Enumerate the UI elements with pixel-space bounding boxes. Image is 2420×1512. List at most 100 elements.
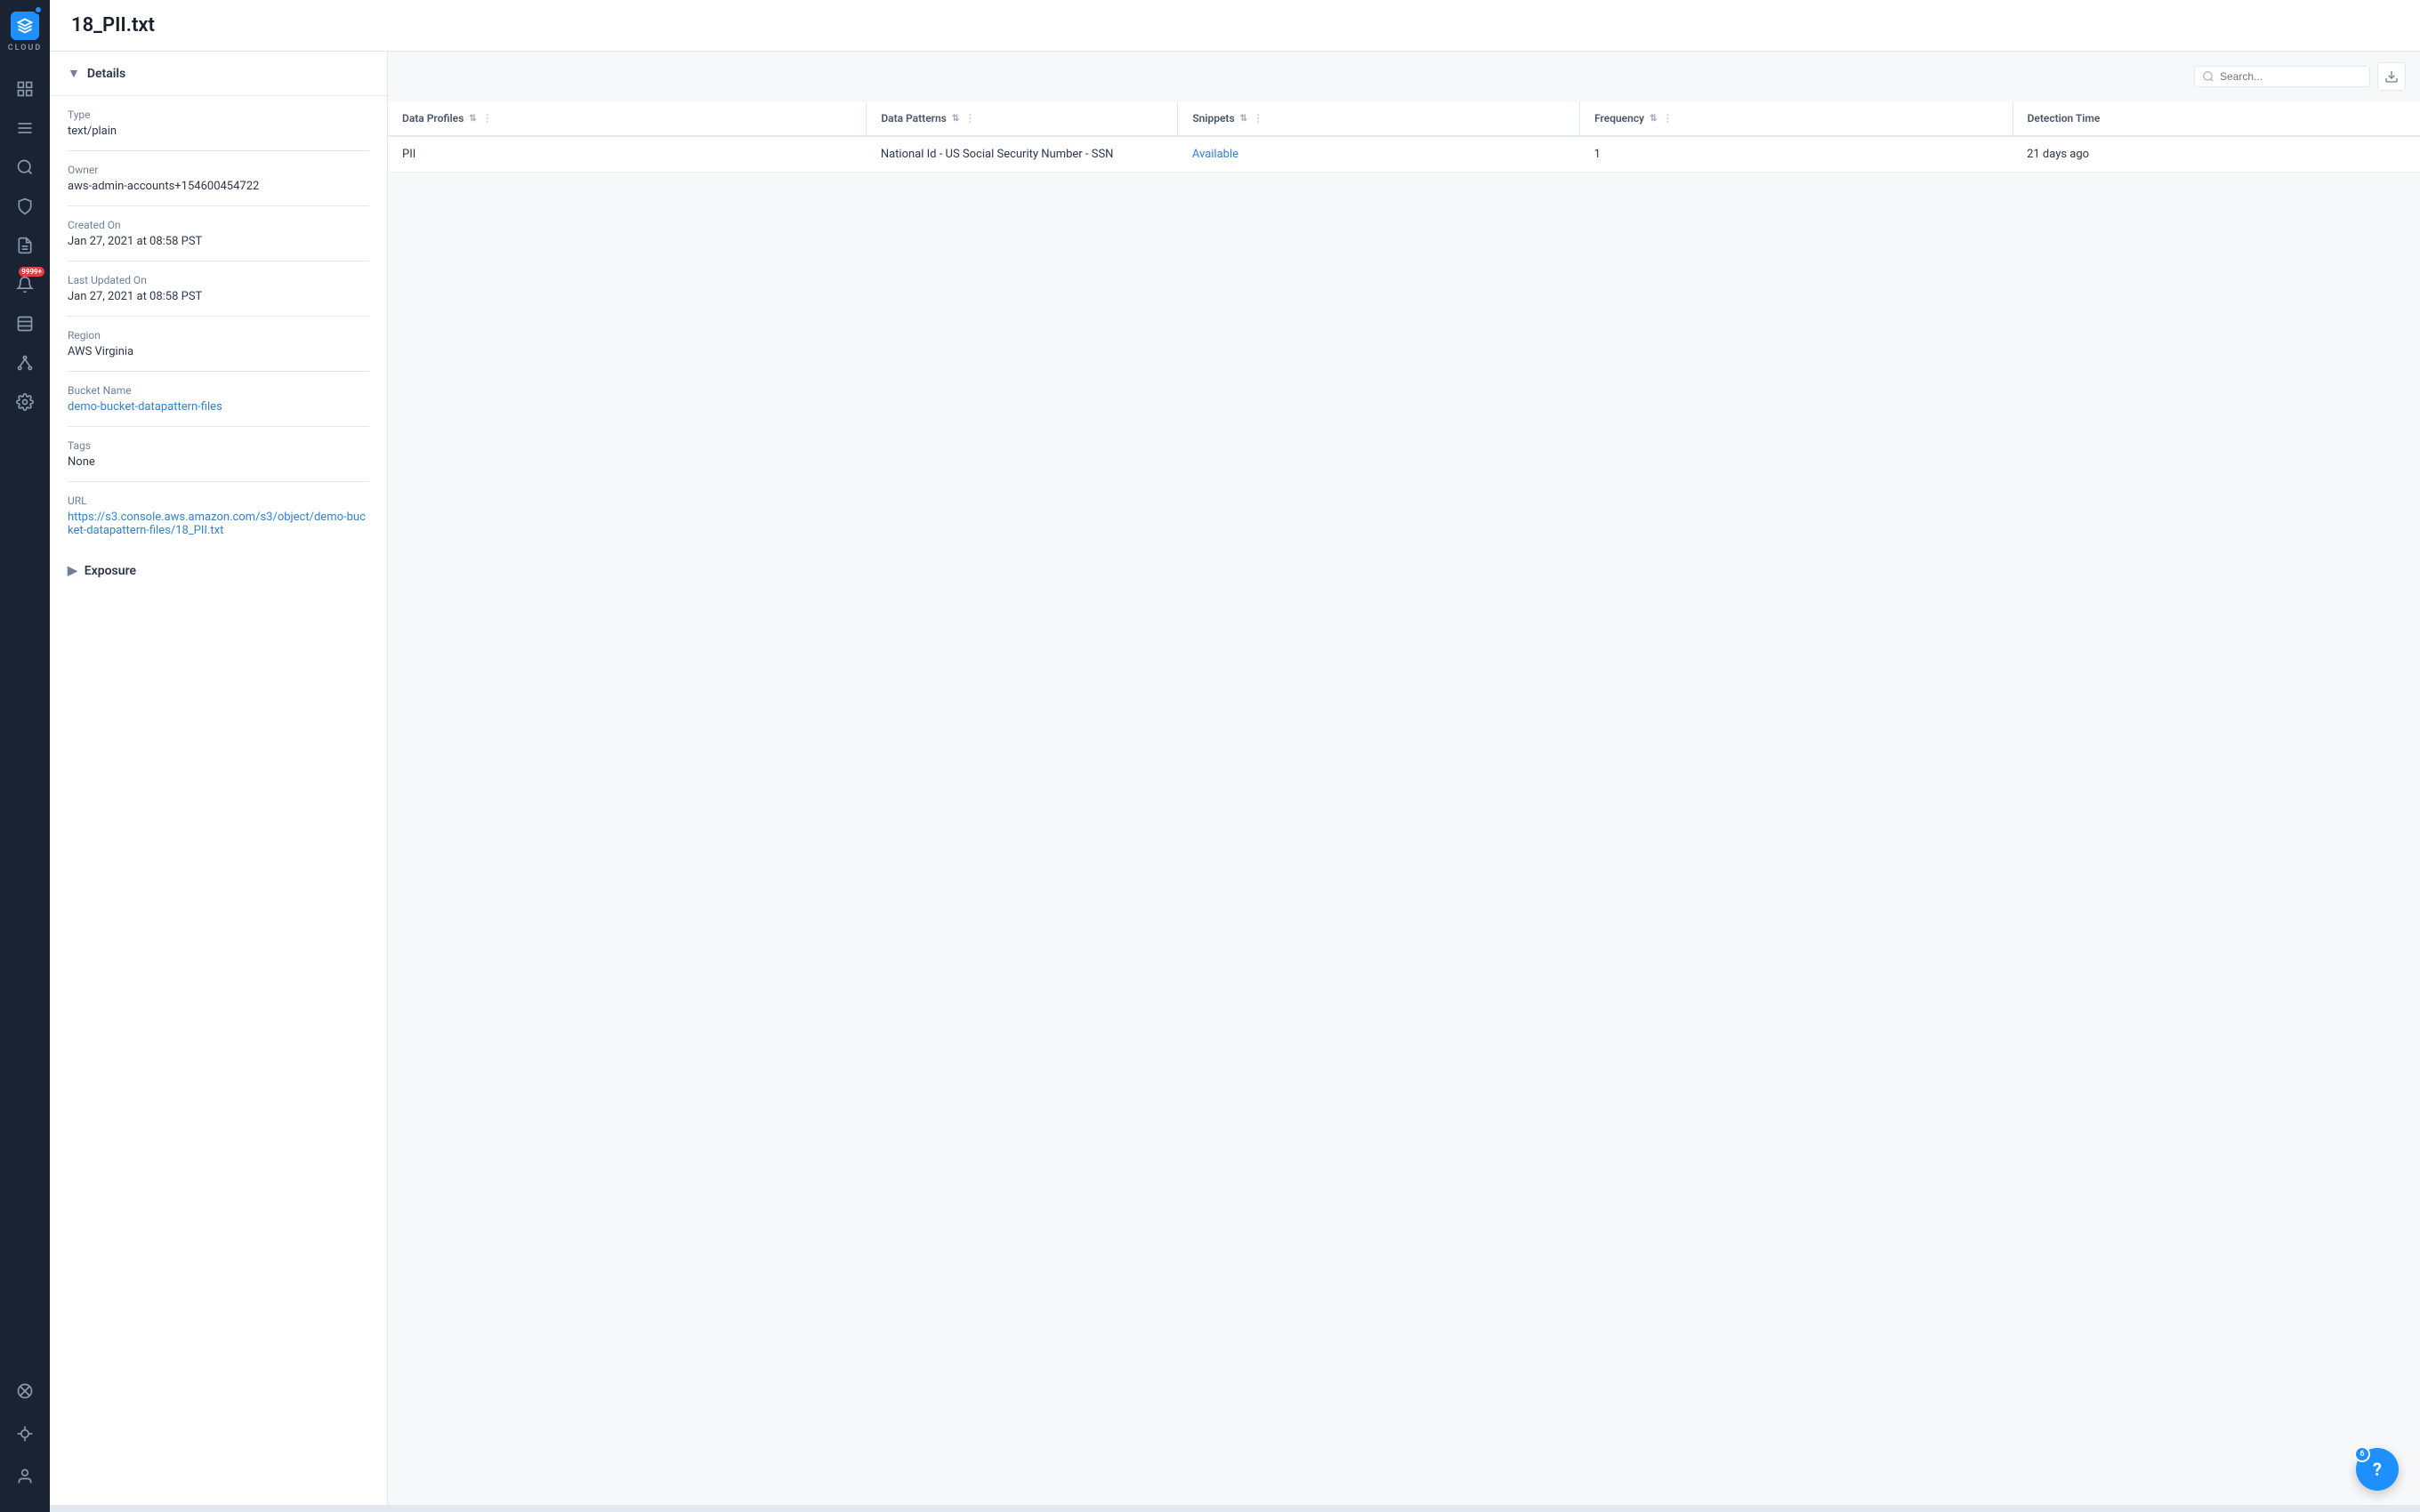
col-header-snippets[interactable]: Snippets ⇅ ⋮ xyxy=(1178,101,1580,136)
detail-value-region: AWS Virginia xyxy=(68,345,369,358)
logo-icon xyxy=(11,12,39,40)
details-content: Type text/plain Owner aws-admin-accounts… xyxy=(50,96,387,550)
resize-handle-frequency[interactable]: ⋮ xyxy=(1662,112,1673,125)
main-content: 18_PII.txt ▼ Details Type text/plain Own… xyxy=(50,0,2420,1512)
search-input[interactable] xyxy=(2220,70,2362,83)
details-section-label: Details xyxy=(87,67,125,81)
content-area: ▼ Details Type text/plain Owner aws-admi… xyxy=(50,52,2420,1512)
detail-row-url: URL https://s3.console.aws.amazon.com/s3… xyxy=(68,482,369,550)
resize-handle-snippets[interactable]: ⋮ xyxy=(1253,112,1263,125)
detail-value-type: text/plain xyxy=(68,125,369,138)
download-button[interactable] xyxy=(2377,62,2406,91)
search-icon xyxy=(2202,70,2214,83)
sidebar-item-list[interactable] xyxy=(7,110,43,146)
detail-value-last-updated: Jan 27, 2021 at 08:58 PST xyxy=(68,290,369,303)
col-header-data-profiles[interactable]: Data Profiles ⇅ ⋮ xyxy=(388,101,867,136)
search-nav-icon xyxy=(16,158,34,176)
cell-detection-time: 21 days ago xyxy=(2013,136,2420,173)
download-icon xyxy=(2384,69,2399,84)
details-panel: ▼ Details Type text/plain Owner aws-admi… xyxy=(50,52,388,1512)
detail-label-created-on: Created On xyxy=(68,219,369,231)
resize-handle-data-profiles[interactable]: ⋮ xyxy=(482,112,493,125)
sidebar-logo: CLOUD xyxy=(0,0,50,64)
sort-icon-data-patterns: ⇅ xyxy=(952,114,959,124)
detail-label-url: URL xyxy=(68,495,369,507)
reports-icon xyxy=(16,237,34,254)
user-icon xyxy=(16,1468,34,1485)
chevron-down-icon: ▼ xyxy=(68,66,80,81)
page-title: 18_PII.txt xyxy=(71,14,155,36)
sidebar-item-settings[interactable] xyxy=(7,384,43,420)
bell-icon xyxy=(16,276,34,294)
sidebar-item-dashboard[interactable] xyxy=(7,71,43,107)
table-wrapper: Data Profiles ⇅ ⋮ Data Patterns ⇅ ⋮ xyxy=(388,101,2420,1512)
detail-row-type: Type text/plain xyxy=(68,96,369,151)
sort-icon-data-profiles: ⇅ xyxy=(469,114,476,124)
table-header-row: Data Profiles ⇅ ⋮ Data Patterns ⇅ ⋮ xyxy=(388,101,2420,136)
sort-icon-frequency: ⇅ xyxy=(1650,114,1657,124)
cell-snippets[interactable]: Available xyxy=(1178,136,1580,173)
monitor-icon xyxy=(16,1425,34,1443)
shield-icon xyxy=(16,197,34,215)
detail-row-tags: Tags None xyxy=(68,427,369,482)
detail-label-tags: Tags xyxy=(68,439,369,452)
topology-icon xyxy=(16,354,34,372)
detail-value-created-on: Jan 27, 2021 at 08:58 PST xyxy=(68,235,369,248)
detail-row-created-on: Created On Jan 27, 2021 at 08:58 PST xyxy=(68,206,369,261)
sidebar-item-search[interactable] xyxy=(7,149,43,185)
alerts-badge: 9999+ xyxy=(19,267,44,277)
detail-value-bucket-name[interactable]: demo-bucket-datapattern-files xyxy=(68,400,222,414)
resize-handle-data-patterns[interactable]: ⋮ xyxy=(964,112,975,125)
col-header-data-patterns[interactable]: Data Patterns ⇅ ⋮ xyxy=(867,101,1178,136)
sidebar-item-monitor[interactable] xyxy=(7,1416,43,1452)
sidebar-item-library[interactable] xyxy=(7,306,43,342)
exposure-label: Exposure xyxy=(85,564,136,578)
cell-frequency: 1 xyxy=(1580,136,2013,173)
sidebar-item-alerts[interactable]: 9999+ xyxy=(7,267,43,302)
gear-icon xyxy=(16,393,34,411)
sidebar-nav: 9999+ xyxy=(0,64,50,1373)
logo-text: CLOUD xyxy=(8,44,42,52)
details-section-header[interactable]: ▼ Details xyxy=(50,52,387,96)
detail-value-owner: aws-admin-accounts+154600454722 xyxy=(68,180,369,193)
plug-icon xyxy=(16,1382,34,1400)
table-toolbar xyxy=(388,52,2420,101)
logo-dot xyxy=(34,5,43,14)
col-header-frequency[interactable]: Frequency ⇅ ⋮ xyxy=(1580,101,2013,136)
col-header-detection-time: Detection Time xyxy=(2013,101,2420,136)
list-icon xyxy=(16,119,34,137)
page-header: 18_PII.txt xyxy=(50,0,2420,52)
sidebar-item-topology[interactable] xyxy=(7,345,43,381)
sidebar-bottom xyxy=(7,1373,43,1512)
detail-label-last-updated: Last Updated On xyxy=(68,274,369,286)
search-box[interactable] xyxy=(2194,66,2370,87)
sidebar-item-integrations[interactable] xyxy=(7,1373,43,1409)
detail-row-owner: Owner aws-admin-accounts+154600454722 xyxy=(68,151,369,206)
cell-data-patterns: National Id - US Social Security Number … xyxy=(867,136,1178,173)
detail-label-owner: Owner xyxy=(68,164,369,176)
data-table: Data Profiles ⇅ ⋮ Data Patterns ⇅ ⋮ xyxy=(388,101,2420,173)
table-panel: Data Profiles ⇅ ⋮ Data Patterns ⇅ ⋮ xyxy=(388,52,2420,1512)
sidebar-item-shield[interactable] xyxy=(7,189,43,224)
horizontal-scrollbar[interactable] xyxy=(50,1505,2420,1512)
help-button[interactable]: 6 ? xyxy=(2356,1448,2399,1491)
grid-icon xyxy=(16,80,34,98)
detail-label-bucket-name: Bucket Name xyxy=(68,384,369,397)
cell-data-profiles: PII xyxy=(388,136,867,173)
sidebar-item-reports[interactable] xyxy=(7,228,43,263)
detail-row-last-updated: Last Updated On Jan 27, 2021 at 08:58 PS… xyxy=(68,261,369,317)
help-label: ? xyxy=(2373,1459,2382,1480)
detail-row-region: Region AWS Virginia xyxy=(68,317,369,372)
exposure-section-header[interactable]: ▶ Exposure xyxy=(50,550,387,592)
detail-row-bucket-name: Bucket Name demo-bucket-datapattern-file… xyxy=(68,372,369,427)
sidebar-item-user[interactable] xyxy=(7,1459,43,1494)
sort-icon-snippets: ⇅ xyxy=(1240,114,1247,124)
detail-label-type: Type xyxy=(68,109,369,121)
detail-value-tags: None xyxy=(68,455,369,469)
help-badge: 6 xyxy=(2354,1446,2370,1462)
chevron-right-icon: ▶ xyxy=(68,564,77,578)
library-icon xyxy=(16,315,34,333)
table-row: PII National Id - US Social Security Num… xyxy=(388,136,2420,173)
sidebar: CLOUD xyxy=(0,0,50,1512)
detail-value-url[interactable]: https://s3.console.aws.amazon.com/s3/obj… xyxy=(68,511,366,537)
